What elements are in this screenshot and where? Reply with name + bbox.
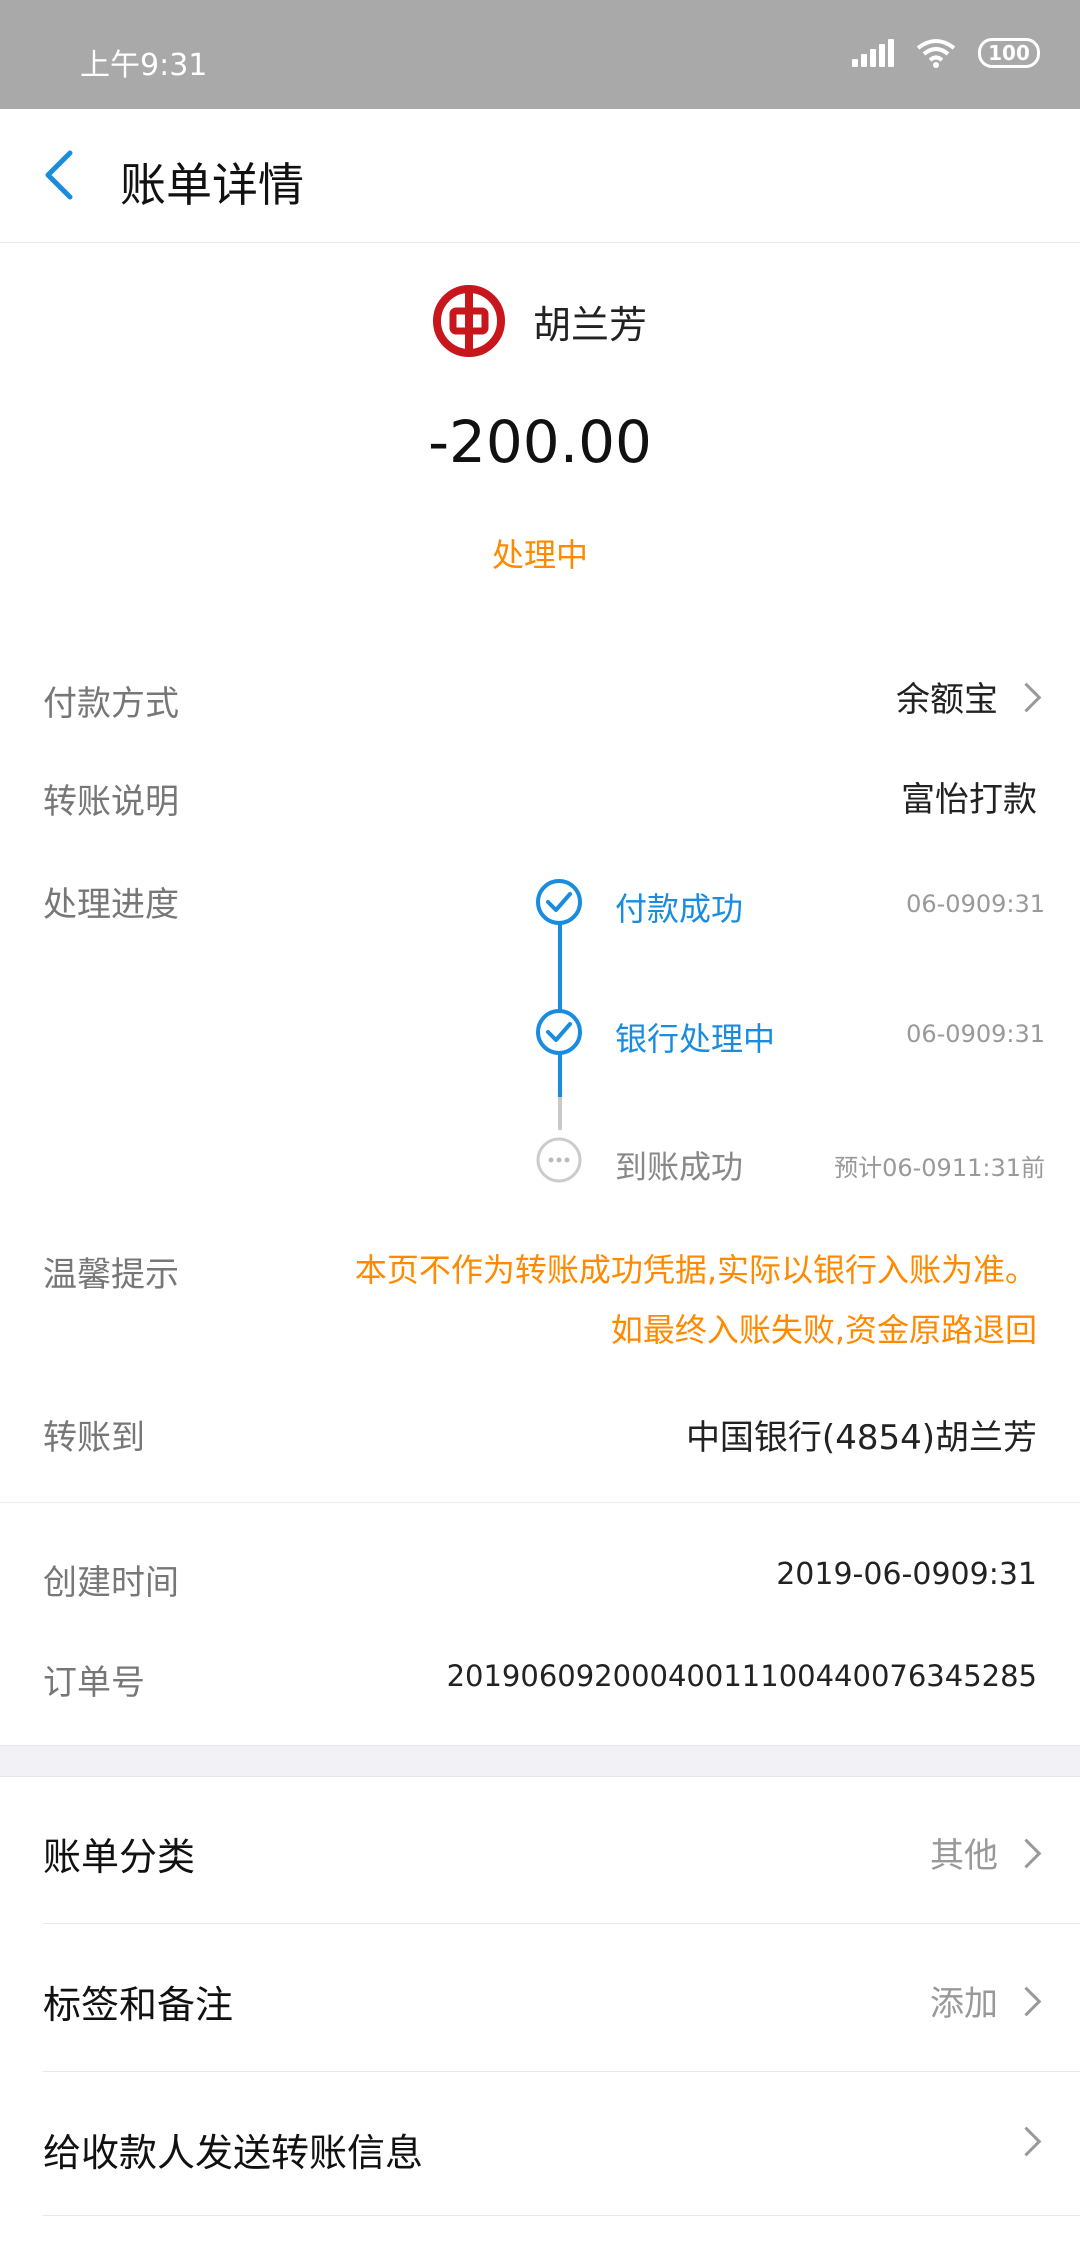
- progress-step-time: 06-0909:31: [906, 1020, 1045, 1048]
- chevron-right-icon: [1011, 2126, 1042, 2157]
- send-transfer-info-arrow: [998, 2124, 1042, 2164]
- tip-label: 温馨提示: [43, 1255, 179, 1295]
- transfer-status: 处理中: [491, 536, 588, 574]
- status-bar: 上午9:31 100: [0, 0, 1080, 109]
- bill-category-value: 其他: [930, 1828, 1042, 1877]
- send-transfer-info-item[interactable]: 给收款人发送转账信息: [0, 2072, 1080, 2220]
- created-time-value: 2019-06-0909:31: [776, 1557, 1037, 1592]
- bill-category-item[interactable]: 账单分类 其他: [0, 1776, 1080, 1924]
- payee-name: 胡兰芳: [532, 302, 647, 347]
- back-button[interactable]: [28, 143, 92, 207]
- order-number-value: 20190609200040011100440076345285: [446, 1659, 1037, 1693]
- tip-text-line1: 本页不作为转账成功凭据,实际以银行入账为准。: [354, 1251, 1037, 1289]
- status-icons: 100: [852, 38, 1040, 68]
- order-number-label: 订单号: [43, 1663, 145, 1703]
- check-circle-icon: [536, 1009, 582, 1055]
- section-separator: [0, 1745, 1080, 1777]
- payment-method-text: 余额宝: [896, 680, 998, 720]
- page-title: 账单详情: [120, 158, 304, 212]
- bill-category-text: 其他: [930, 1836, 998, 1876]
- progress-step-processing: 银行处理中 06-0909:31: [535, 1008, 1045, 1064]
- amount: -200.00: [428, 408, 652, 476]
- divider: [0, 1502, 1080, 1503]
- tip-text-line2: 如最终入账失败,资金原路退回: [610, 1311, 1037, 1349]
- progress-step-arrived: 到账成功 预计06-0911:31前: [535, 1136, 1045, 1192]
- app-header: 账单详情: [0, 109, 1080, 243]
- chevron-right-icon: [1011, 1986, 1042, 2017]
- list-divider: [43, 2215, 1080, 2216]
- status-time: 上午9:31: [80, 48, 208, 83]
- tags-notes-label: 标签和备注: [43, 1983, 234, 2027]
- bank-of-china-logo-icon: [432, 285, 505, 357]
- payee-row: 胡兰芳: [0, 283, 1080, 359]
- transfer-note-value: 富怡打款: [901, 780, 1037, 820]
- chevron-right-icon: [1011, 1838, 1042, 1869]
- tags-notes-item[interactable]: 标签和备注 添加: [0, 1924, 1080, 2072]
- payment-method-label: 付款方式: [43, 684, 179, 724]
- signal-icon: [852, 39, 894, 67]
- pending-dots-icon: [536, 1137, 582, 1183]
- progress-step-label: 到账成功: [615, 1148, 744, 1186]
- chevron-left-icon: [45, 150, 73, 200]
- progress-label: 处理进度: [43, 885, 179, 925]
- transfer-note-label: 转账说明: [43, 782, 179, 822]
- progress-step-label: 付款成功: [615, 890, 744, 928]
- progress-step-label: 银行处理中: [615, 1020, 776, 1058]
- transfer-to-label: 转账到: [43, 1418, 145, 1458]
- check-circle-icon: [536, 879, 582, 925]
- wifi-icon: [916, 38, 956, 68]
- created-time-label: 创建时间: [43, 1563, 179, 1603]
- battery-icon: 100: [978, 38, 1040, 68]
- bill-category-label: 账单分类: [43, 1835, 196, 1879]
- tags-notes-value: 添加: [930, 1976, 1042, 2025]
- progress-line-pending: [558, 1097, 562, 1130]
- send-transfer-info-label: 给收款人发送转账信息: [43, 2131, 424, 2175]
- transfer-to-value: 中国银行(4854)胡兰芳: [685, 1418, 1037, 1458]
- progress-step-paid: 付款成功 06-0909:31: [535, 878, 1045, 934]
- tags-notes-text: 添加: [930, 1984, 998, 2024]
- chevron-right-icon: [1011, 682, 1042, 713]
- progress-step-time: 06-0909:31: [906, 890, 1045, 918]
- payment-method-value[interactable]: 余额宝: [896, 672, 1042, 721]
- progress-step-time: 预计06-0911:31前: [834, 1154, 1045, 1182]
